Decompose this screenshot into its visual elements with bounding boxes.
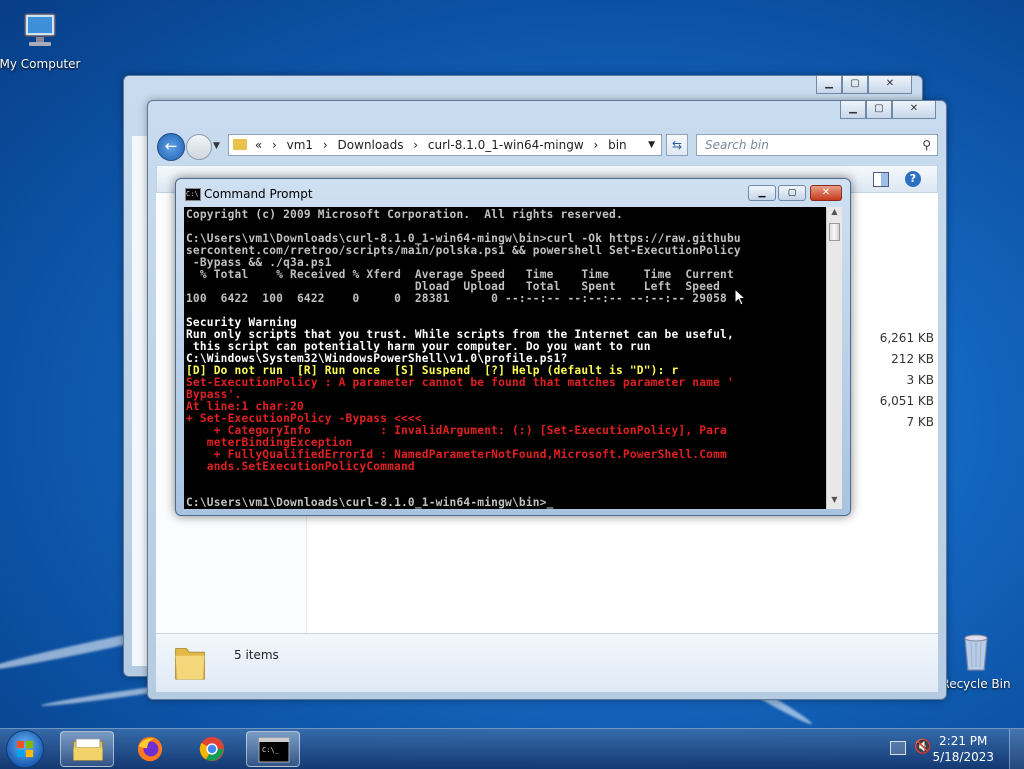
preview-pane-icon[interactable] bbox=[873, 172, 889, 187]
address-dropdown-icon[interactable]: ▼ bbox=[648, 135, 655, 155]
breadcrumb-vm1[interactable]: vm1 bbox=[287, 138, 313, 152]
terminal-output[interactable]: Copyright (c) 2009 Microsoft Corporation… bbox=[184, 207, 826, 509]
search-icon: ⚲ bbox=[922, 138, 931, 152]
terminal-line: C:\Users\vm1\Downloads\curl-8.1.0_1-win6… bbox=[186, 496, 554, 509]
address-bar[interactable]: « › vm1 › Downloads › curl-8.1.0_1-win64… bbox=[228, 134, 662, 156]
scroll-up-arrow[interactable]: ▲ bbox=[827, 207, 842, 221]
file-size: 6,051 KB bbox=[879, 394, 934, 408]
breadcrumb-separator: › bbox=[413, 138, 419, 152]
refresh-button[interactable]: ⇆ bbox=[666, 134, 688, 156]
firefox-icon bbox=[137, 736, 163, 762]
refresh-icon: ⇆ bbox=[671, 138, 683, 152]
taskbar-command-prompt[interactable]: C:\_ bbox=[246, 731, 300, 767]
volume-muted-icon[interactable]: 🔇 bbox=[914, 739, 931, 755]
minimize-button[interactable]: ▁ bbox=[840, 101, 866, 119]
breadcrumb-separator: › bbox=[593, 138, 599, 152]
svg-text:C:\_: C:\_ bbox=[262, 746, 280, 754]
breadcrumb-separator: › bbox=[322, 138, 328, 152]
window-title: Command Prompt bbox=[204, 187, 313, 201]
my-computer-desktop-icon[interactable]: My Computer bbox=[0, 10, 82, 71]
folder-icon bbox=[233, 139, 247, 150]
terminal-text: Copyright (c) 2009 Microsoft Corporation… bbox=[184, 207, 826, 509]
taskbar: C:\_ 🔇 2:21 PM 5/18/2023 bbox=[0, 728, 1024, 769]
close-button[interactable]: ✕ bbox=[868, 76, 912, 94]
show-desktop-button[interactable] bbox=[1009, 729, 1024, 769]
file-size: 3 KB bbox=[906, 373, 934, 387]
explorer-folder-icon bbox=[73, 738, 103, 761]
maximize-button[interactable]: ▢ bbox=[842, 76, 868, 94]
terminal-line: Copyright (c) 2009 Microsoft Corporation… bbox=[186, 208, 623, 221]
vertical-scrollbar[interactable]: ▲ ▼ bbox=[826, 207, 842, 509]
start-button[interactable] bbox=[6, 730, 44, 768]
windows-logo-icon bbox=[16, 740, 34, 758]
breadcrumb-bin[interactable]: bin bbox=[608, 138, 627, 152]
file-size: 6,261 KB bbox=[879, 331, 934, 345]
search-placeholder: Search bin bbox=[705, 138, 769, 152]
cmd-icon: C:\_ bbox=[258, 737, 290, 763]
search-input[interactable]: Search bin ⚲ bbox=[696, 134, 938, 156]
chrome-icon bbox=[199, 736, 225, 762]
my-computer-label: My Computer bbox=[0, 57, 81, 71]
scroll-thumb[interactable] bbox=[829, 223, 840, 241]
minimize-button[interactable]: ▁ bbox=[748, 185, 776, 201]
minimize-button[interactable]: ▁ bbox=[816, 76, 842, 94]
clock-date: 5/18/2023 bbox=[932, 750, 994, 764]
back-button[interactable]: ← bbox=[157, 133, 185, 161]
close-button[interactable]: ✕ bbox=[810, 185, 842, 201]
item-count: 5 items bbox=[234, 648, 279, 662]
clock-time: 2:21 PM bbox=[939, 734, 988, 748]
close-button[interactable]: ✕ bbox=[892, 101, 936, 119]
breadcrumb-overflow[interactable]: « bbox=[255, 138, 262, 152]
system-clock[interactable]: 2:21 PM 5/18/2023 bbox=[932, 733, 994, 765]
help-icon[interactable]: ? bbox=[905, 171, 921, 187]
mouse-cursor-icon bbox=[734, 288, 746, 306]
breadcrumb-separator: › bbox=[272, 138, 277, 152]
taskbar-explorer[interactable] bbox=[60, 731, 114, 767]
breadcrumb-downloads[interactable]: Downloads bbox=[338, 138, 404, 152]
maximize-button[interactable]: ▢ bbox=[866, 101, 892, 119]
forward-button[interactable] bbox=[186, 134, 212, 160]
back-arrow-icon: ← bbox=[164, 137, 178, 155]
maximize-button[interactable]: ▢ bbox=[778, 185, 806, 201]
scroll-down-arrow[interactable]: ▼ bbox=[827, 495, 842, 509]
command-prompt-window[interactable]: C:\ Command Prompt ▁ ▢ ✕ Copyright (c) 2… bbox=[175, 178, 851, 516]
file-size: 7 KB bbox=[906, 415, 934, 429]
terminal-line: 100 6422 100 6422 0 0 28381 0 --:--:-- -… bbox=[186, 292, 727, 305]
history-dropdown-icon[interactable]: ▼ bbox=[213, 141, 220, 151]
terminal-line: Set-ExecutionPolicy : A parameter cannot… bbox=[186, 376, 734, 389]
folder-icon bbox=[175, 648, 205, 680]
taskbar-chrome[interactable] bbox=[186, 731, 240, 767]
breadcrumb-curl[interactable]: curl-8.1.0_1-win64-mingw bbox=[428, 138, 584, 152]
recycle-bin-icon bbox=[964, 634, 988, 671]
terminal-line: ands.SetExecutionPolicyCommand bbox=[186, 460, 415, 473]
network-icon[interactable] bbox=[890, 741, 906, 755]
computer-icon bbox=[24, 13, 56, 46]
details-pane: 5 items bbox=[156, 633, 938, 692]
cmd-icon: C:\ bbox=[185, 188, 201, 201]
taskbar-firefox[interactable] bbox=[124, 731, 178, 767]
file-size: 212 KB bbox=[891, 352, 934, 366]
